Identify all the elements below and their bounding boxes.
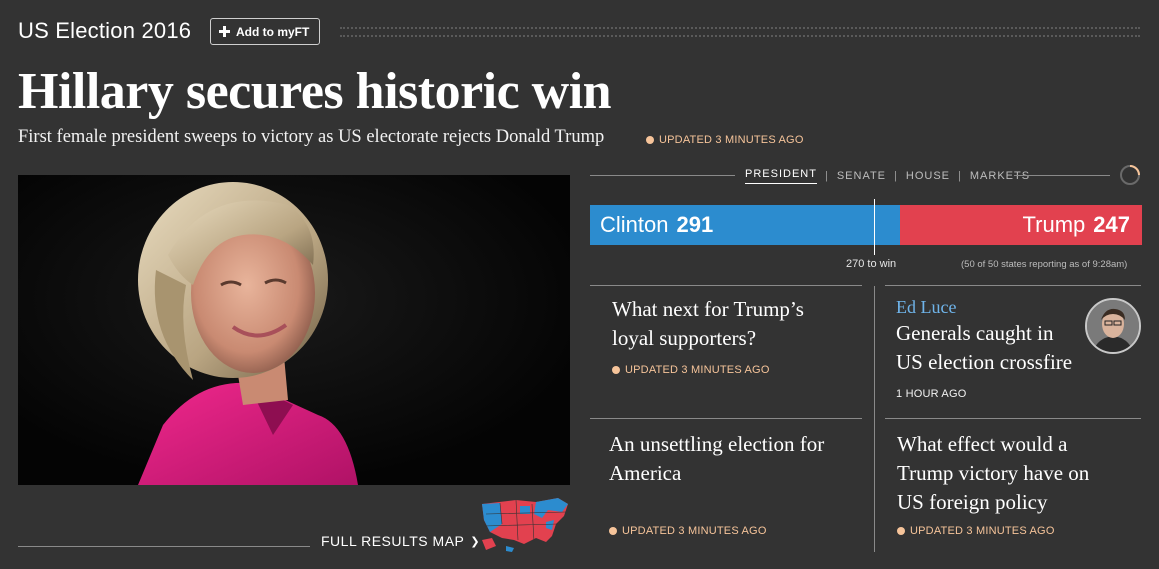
story-title-line: An unsettling election for	[609, 432, 825, 456]
lead-photo-illustration	[18, 175, 570, 485]
status-dot-icon	[609, 527, 617, 535]
tab-house[interactable]: HOUSE	[906, 170, 950, 182]
tab-separator: |	[894, 170, 898, 182]
story-card[interactable]: What effect would a Trump victory have o…	[897, 430, 1141, 540]
status-dot-icon	[612, 366, 620, 374]
full-results-map-link[interactable]: FULL RESULTS MAP ❯	[321, 533, 480, 549]
electoral-vote-bar: Clinton 291 Trump 247	[590, 205, 1142, 245]
article-standfirst: First female president sweeps to victory…	[18, 127, 605, 147]
story-updated-label: UPDATED 3 MINUTES AGO	[622, 525, 767, 537]
story-title-line: What next for Trump’s	[612, 297, 804, 321]
plus-icon	[219, 26, 230, 37]
us-map-icon[interactable]	[476, 494, 572, 554]
tab-president[interactable]: PRESIDENT	[745, 168, 817, 184]
author-avatar[interactable]	[1085, 298, 1141, 354]
add-to-myft-label: Add to myFT	[236, 24, 310, 39]
add-to-myft-button[interactable]: Add to myFT	[210, 18, 320, 45]
full-results-map-label: FULL RESULTS MAP	[321, 533, 465, 549]
trump-result[interactable]: Trump 247	[900, 205, 1142, 245]
story-column-divider	[874, 286, 875, 552]
header-divider	[340, 27, 1140, 37]
story-title-line: US foreign policy	[897, 490, 1048, 514]
results-tabs: PRESIDENT | SENATE | HOUSE | MARKETS	[745, 168, 1030, 184]
author-avatar-image	[1087, 300, 1139, 352]
story-title-line: Trump victory have on	[897, 461, 1090, 485]
section-title[interactable]: US Election 2016	[18, 18, 191, 44]
story-title-line: Generals caught in	[896, 321, 1054, 345]
us-map-thumbnail	[482, 498, 568, 552]
story-byline[interactable]: Ed Luce	[896, 297, 1086, 318]
story-card[interactable]: What next for Trump’s loyal supporters? …	[612, 295, 862, 379]
clinton-name: Clinton	[600, 212, 669, 237]
story-updated-label: UPDATED 3 MINUTES AGO	[910, 525, 1055, 537]
tab-separator: |	[824, 170, 829, 182]
page-headline[interactable]: Hillary secures historic win	[18, 62, 612, 121]
tabs-divider-left	[590, 175, 735, 176]
article-updated-label: UPDATED 3 MINUTES AGO	[659, 134, 804, 146]
story-divider	[885, 285, 1141, 286]
story-title-line: US election crossfire	[896, 350, 1073, 374]
clinton-votes: 291	[676, 212, 714, 237]
lead-photo[interactable]	[18, 175, 570, 485]
status-dot-icon	[646, 136, 654, 144]
tab-separator: |	[958, 170, 962, 182]
story-card[interactable]: An unsettling election for America UPDAT…	[609, 430, 861, 540]
trump-name: Trump	[1022, 212, 1086, 237]
article-updated-timestamp: UPDATED 3 MINUTES AGO	[646, 134, 804, 146]
story-title-line: loyal supporters?	[612, 326, 757, 350]
story-title-line: America	[609, 461, 682, 485]
tab-markets[interactable]: MARKETS	[970, 170, 1030, 182]
story-title[interactable]: What effect would a Trump victory have o…	[897, 430, 1141, 517]
story-updated-timestamp: UPDATED 3 MINUTES AGO	[609, 525, 767, 537]
threshold-marker	[874, 199, 875, 255]
story-title[interactable]: What next for Trump’s loyal supporters?	[612, 295, 862, 353]
tab-senate[interactable]: SENATE	[837, 170, 886, 182]
story-updated-timestamp: UPDATED 3 MINUTES AGO	[612, 364, 770, 376]
story-divider	[590, 285, 862, 286]
story-updated-label: UPDATED 3 MINUTES AGO	[625, 364, 770, 376]
story-card[interactable]: Ed Luce Generals caught in US election c…	[896, 297, 1086, 400]
story-title-line: What effect would a	[897, 432, 1068, 456]
tabs-divider-right	[1014, 175, 1110, 176]
threshold-label: 270 to win	[846, 258, 897, 270]
story-title[interactable]: Generals caught in US election crossfire	[896, 319, 1086, 377]
story-title[interactable]: An unsettling election for America	[609, 430, 861, 488]
clinton-result[interactable]: Clinton 291	[590, 205, 900, 245]
story-divider	[590, 418, 862, 419]
loading-spinner-icon	[1119, 164, 1141, 186]
status-dot-icon	[897, 527, 905, 535]
results-map-divider	[18, 546, 310, 547]
story-divider	[885, 418, 1141, 419]
story-timestamp: 1 HOUR AGO	[896, 388, 967, 400]
story-updated-timestamp: UPDATED 3 MINUTES AGO	[897, 525, 1055, 537]
reporting-status: (50 of 50 states reporting as of 9:28am)	[961, 259, 1128, 270]
trump-votes: 247	[1093, 212, 1130, 237]
